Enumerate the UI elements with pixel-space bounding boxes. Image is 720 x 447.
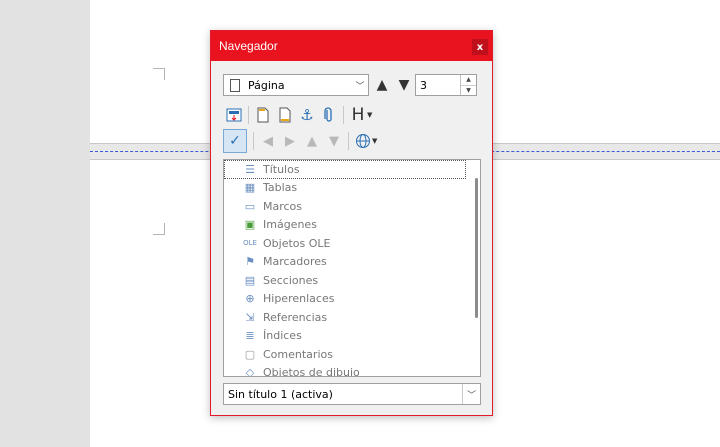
drag-mode-button[interactable] bbox=[352, 130, 374, 152]
dialog-title: Navegador bbox=[219, 39, 278, 53]
anchor-button[interactable]: ⚓ bbox=[296, 104, 318, 126]
arrow-left-icon: ◀ bbox=[263, 133, 273, 149]
toolbar-separator bbox=[253, 132, 254, 150]
navigate-by-select[interactable]: Página ﹀ bbox=[223, 74, 369, 96]
drawing-icon: ◇ bbox=[245, 366, 255, 377]
move-down-button[interactable]: ▼ bbox=[323, 130, 345, 152]
page-icon bbox=[230, 78, 240, 92]
dropdown-caret-icon[interactable]: ▼ bbox=[367, 111, 375, 119]
toolbar-separator bbox=[348, 132, 349, 150]
chevron-down-icon: ﹀ bbox=[355, 81, 365, 92]
navigation-view-icon bbox=[226, 108, 242, 122]
document-select[interactable]: Sin título 1 (activa) ﹀ bbox=[223, 383, 481, 405]
dialog-titlebar[interactable]: Navegador x bbox=[211, 31, 492, 61]
tree-item-hyperlinks[interactable]: ⊕ Hiperenlaces bbox=[224, 290, 480, 309]
footer-icon bbox=[279, 107, 291, 123]
arrow-down-icon: ▼ bbox=[329, 133, 339, 149]
table-icon: ▦ bbox=[244, 181, 256, 195]
image-icon: ▣ bbox=[244, 218, 256, 232]
dropdown-caret-icon[interactable]: ▼ bbox=[372, 137, 380, 145]
tree-item-images[interactable]: ▣ Imágenes bbox=[224, 216, 480, 235]
footer-button[interactable] bbox=[274, 104, 296, 126]
tree-item-comments[interactable]: ▢ Comentarios bbox=[224, 345, 480, 364]
tree-item-frames[interactable]: ▭ Marcos bbox=[224, 197, 480, 216]
page-number-value: 3 bbox=[420, 78, 427, 92]
tree-item-bookmarks[interactable]: ⚑ Marcadores bbox=[224, 253, 480, 272]
toggle-button[interactable]: ✓ bbox=[223, 129, 247, 153]
tree-item-references[interactable]: ⇲ Referencias bbox=[224, 308, 480, 327]
navigate-by-value: Página bbox=[248, 78, 285, 92]
move-up-button[interactable]: ▲ bbox=[301, 130, 323, 152]
tree-item-sections[interactable]: ▤ Secciones bbox=[224, 271, 480, 290]
tree-scrollbar[interactable] bbox=[475, 178, 478, 318]
reference-icon: ⇲ bbox=[245, 310, 255, 324]
bookmark-icon: ⚑ bbox=[245, 255, 255, 269]
ole-icon: OLE bbox=[243, 239, 257, 248]
checkmark-icon: ✓ bbox=[229, 133, 241, 149]
index-icon: ≣ bbox=[245, 329, 255, 343]
header-icon bbox=[257, 107, 269, 123]
tree-item-indexes[interactable]: ≣ Índices bbox=[224, 327, 480, 346]
arrow-up-icon: ▲ bbox=[307, 133, 317, 149]
close-button[interactable]: x bbox=[472, 39, 488, 55]
anchor-icon: ⚓ bbox=[300, 106, 314, 124]
headings-icon: ☰ bbox=[245, 162, 255, 176]
toolbar-separator bbox=[248, 106, 249, 124]
next-button[interactable]: ▼ bbox=[393, 74, 415, 96]
heading-icon: H bbox=[351, 105, 365, 125]
demote-level-button[interactable]: ▶ bbox=[279, 130, 301, 152]
paperclip-icon bbox=[324, 107, 332, 122]
heading-levels-button[interactable]: H bbox=[347, 104, 369, 126]
spin-down-button[interactable]: ▼ bbox=[461, 86, 476, 96]
tree-item-ole-objects[interactable]: OLE Objetos OLE bbox=[224, 234, 480, 253]
spin-up-button[interactable]: ▲ bbox=[461, 75, 476, 86]
globe-icon bbox=[356, 134, 370, 148]
document-select-value: Sin título 1 (activa) bbox=[228, 387, 333, 401]
promote-level-button[interactable]: ◀ bbox=[257, 130, 279, 152]
text-boundary-corner bbox=[153, 68, 165, 80]
section-icon: ▤ bbox=[244, 273, 256, 287]
comment-icon: ▢ bbox=[244, 347, 256, 361]
content-navigation-view-button[interactable] bbox=[223, 104, 245, 126]
attachment-button[interactable] bbox=[318, 104, 340, 126]
hyperlink-icon: ⊕ bbox=[245, 292, 255, 306]
chevron-down-icon: ﹀ bbox=[462, 384, 480, 404]
toolbar-separator bbox=[343, 106, 344, 124]
tree-item-drawing-objects[interactable]: ◇ Objetos de dibujo bbox=[224, 364, 480, 377]
tree-item-headings[interactable]: ☰ Títulos bbox=[224, 160, 466, 179]
tree-item-tables[interactable]: ▦ Tablas bbox=[224, 179, 480, 198]
frame-icon: ▭ bbox=[244, 199, 256, 213]
page-number-spinbox[interactable]: 3 ▲ ▼ bbox=[415, 74, 477, 96]
navigator-tree[interactable]: ☰ Títulos ▦ Tablas ▭ Marcos ▣ Imágenes O… bbox=[223, 159, 481, 377]
arrow-right-icon: ▶ bbox=[285, 133, 295, 149]
header-button[interactable] bbox=[252, 104, 274, 126]
text-boundary-corner bbox=[153, 223, 165, 235]
previous-button[interactable]: ▲ bbox=[371, 74, 393, 96]
navigator-dialog: Navegador x Página ﹀ ▲ ▼ 3 ▲ ▼ ⚓ H ▼ ✓ ◀… bbox=[210, 30, 493, 416]
